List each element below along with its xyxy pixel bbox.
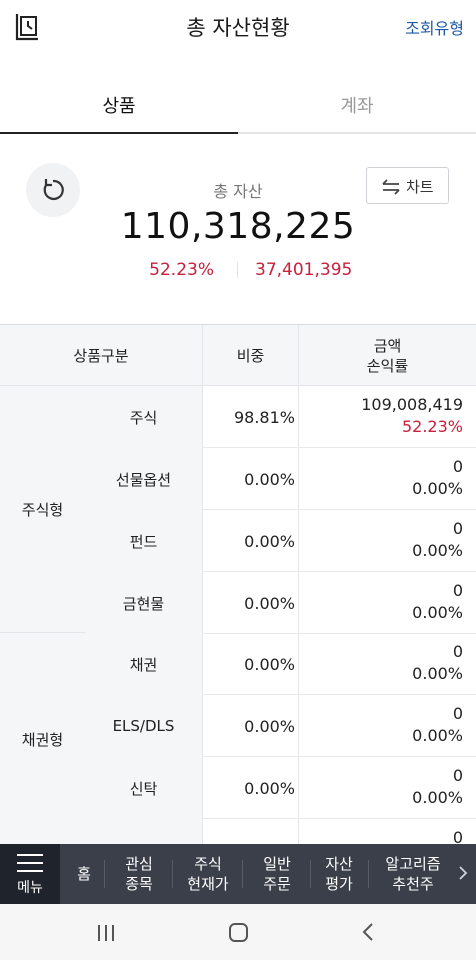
row-category: 신탁 — [85, 757, 202, 819]
return-rate: 52.23% — [149, 260, 214, 280]
bottom-nav: 메뉴 홈 관심 종목 주식 현재가 일반 주문 자산 평가 알고리즘 추천주 — [0, 844, 476, 904]
row-amount: 0 — [452, 704, 463, 723]
table-row[interactable]: 금현물 0.00% 0 0.00% — [85, 572, 476, 634]
table-row[interactable]: 0 — [85, 819, 476, 844]
table-row[interactable]: 채권 0.00% 0 0.00% — [85, 633, 476, 695]
row-ratio: 0.00% — [244, 469, 295, 489]
group-stock: 주식형 — [0, 386, 85, 633]
divider — [368, 860, 369, 888]
tab-bar: 상품 계좌 — [0, 78, 476, 134]
nav-label: 주문 — [263, 875, 291, 893]
nav-watchlist[interactable]: 관심 종목 — [108, 844, 170, 904]
total-assets-label: 총 자산 — [213, 182, 263, 201]
nav-home[interactable]: 홈 — [66, 844, 102, 904]
profit-amount: 37,401,395 — [255, 260, 353, 280]
header-ratio: 비중 — [236, 346, 265, 365]
row-ratio — [203, 819, 295, 844]
row-ratio: 0.00% — [244, 716, 295, 736]
recent-apps-icon[interactable] — [96, 925, 116, 941]
back-icon[interactable] — [362, 922, 374, 946]
nav-label: 자산 — [325, 855, 353, 873]
row-category: 주식 — [85, 386, 202, 448]
app-header: 총 자산현황 조회유형 — [0, 0, 476, 52]
header-amount-label: 금액 — [373, 336, 402, 355]
divider — [104, 860, 105, 888]
row-amount: 0 — [452, 642, 463, 661]
nav-label: 홈 — [77, 865, 91, 883]
row-return: 0.00% — [412, 664, 463, 683]
row-return: 52.23% — [401, 417, 463, 436]
menu-label: 메뉴 — [17, 880, 43, 896]
tab-account[interactable]: 계좌 — [238, 92, 476, 118]
divider — [237, 262, 238, 278]
nav-label: 현재가 — [187, 875, 229, 893]
total-assets-value: 110,318,225 — [120, 206, 356, 247]
table-header: 상품구분 비중 금액 손익률 — [0, 325, 476, 386]
nav-label: 추천주 — [392, 875, 434, 893]
active-tab-indicator — [0, 132, 238, 134]
row-category: ELS/DLS — [85, 695, 202, 757]
row-amount: 0 — [452, 828, 463, 844]
row-ratio: 0.00% — [244, 531, 295, 551]
tab-product[interactable]: 상품 — [0, 92, 238, 118]
row-ratio: 0.00% — [244, 593, 295, 613]
row-return: 0.00% — [412, 788, 463, 807]
divider — [202, 325, 203, 386]
row-amount: 0 — [452, 766, 463, 785]
row-amount: 0 — [452, 519, 463, 538]
divider — [310, 860, 311, 888]
divider — [242, 860, 243, 888]
row-category: 금현물 — [85, 572, 202, 634]
header-return-label: 손익률 — [366, 356, 409, 375]
row-category — [85, 819, 202, 844]
nav-algorithm-picks[interactable]: 알고리즘 추천주 — [372, 844, 454, 904]
nav-label: 관심 — [125, 855, 153, 873]
nav-label: 평가 — [325, 875, 353, 893]
table-row[interactable]: 주식 98.81% 109,008,419 52.23% — [85, 386, 476, 448]
nav-stock-price[interactable]: 주식 현재가 — [176, 844, 240, 904]
nav-label: 일반 — [263, 855, 291, 873]
divider — [172, 860, 173, 888]
system-nav-bar — [0, 904, 476, 960]
row-return: 0.00% — [412, 479, 463, 498]
chevron-right-icon[interactable] — [458, 865, 468, 885]
table-row[interactable]: 펀드 0.00% 0 0.00% — [85, 510, 476, 572]
nav-order[interactable]: 일반 주문 — [246, 844, 308, 904]
row-amount: 109,008,419 — [361, 395, 463, 414]
asset-table: 상품구분 비중 금액 손익률 주식형 채권형 주식 98.81% 109,008… — [0, 324, 476, 844]
row-category: 채권 — [85, 633, 202, 695]
menu-button[interactable]: 메뉴 — [0, 844, 60, 904]
row-ratio: 0.00% — [244, 778, 295, 798]
header-amount: 금액 손익률 — [299, 325, 476, 386]
table-row[interactable]: ELS/DLS 0.00% 0 0.00% — [85, 695, 476, 757]
row-ratio: 98.81% — [233, 407, 295, 427]
nav-label: 주식 — [194, 855, 222, 873]
row-category: 선물옵션 — [85, 448, 202, 510]
table-row[interactable]: 신탁 0.00% 0 0.00% — [85, 757, 476, 819]
group-bond: 채권형 — [0, 633, 85, 844]
header-category: 상품구분 — [73, 346, 129, 365]
row-return: 0.00% — [412, 726, 463, 745]
row-category: 펀드 — [85, 510, 202, 572]
row-ratio: 0.00% — [244, 654, 295, 674]
row-amount: 0 — [452, 581, 463, 600]
nav-asset-eval[interactable]: 자산 평가 — [314, 844, 364, 904]
asset-summary: 차트 총 자산 110,318,225 52.23% 37,401,395 — [0, 136, 476, 324]
home-icon[interactable] — [229, 923, 248, 942]
row-return: 0.00% — [412, 603, 463, 622]
hamburger-icon — [17, 854, 43, 872]
query-type-button[interactable]: 조회유형 — [405, 15, 464, 39]
table-row[interactable]: 선물옵션 0.00% 0 0.00% — [85, 448, 476, 510]
row-return: 0.00% — [412, 541, 463, 560]
nav-label: 알고리즘 — [385, 855, 441, 873]
nav-label: 종목 — [125, 875, 153, 893]
row-amount: 0 — [452, 457, 463, 476]
